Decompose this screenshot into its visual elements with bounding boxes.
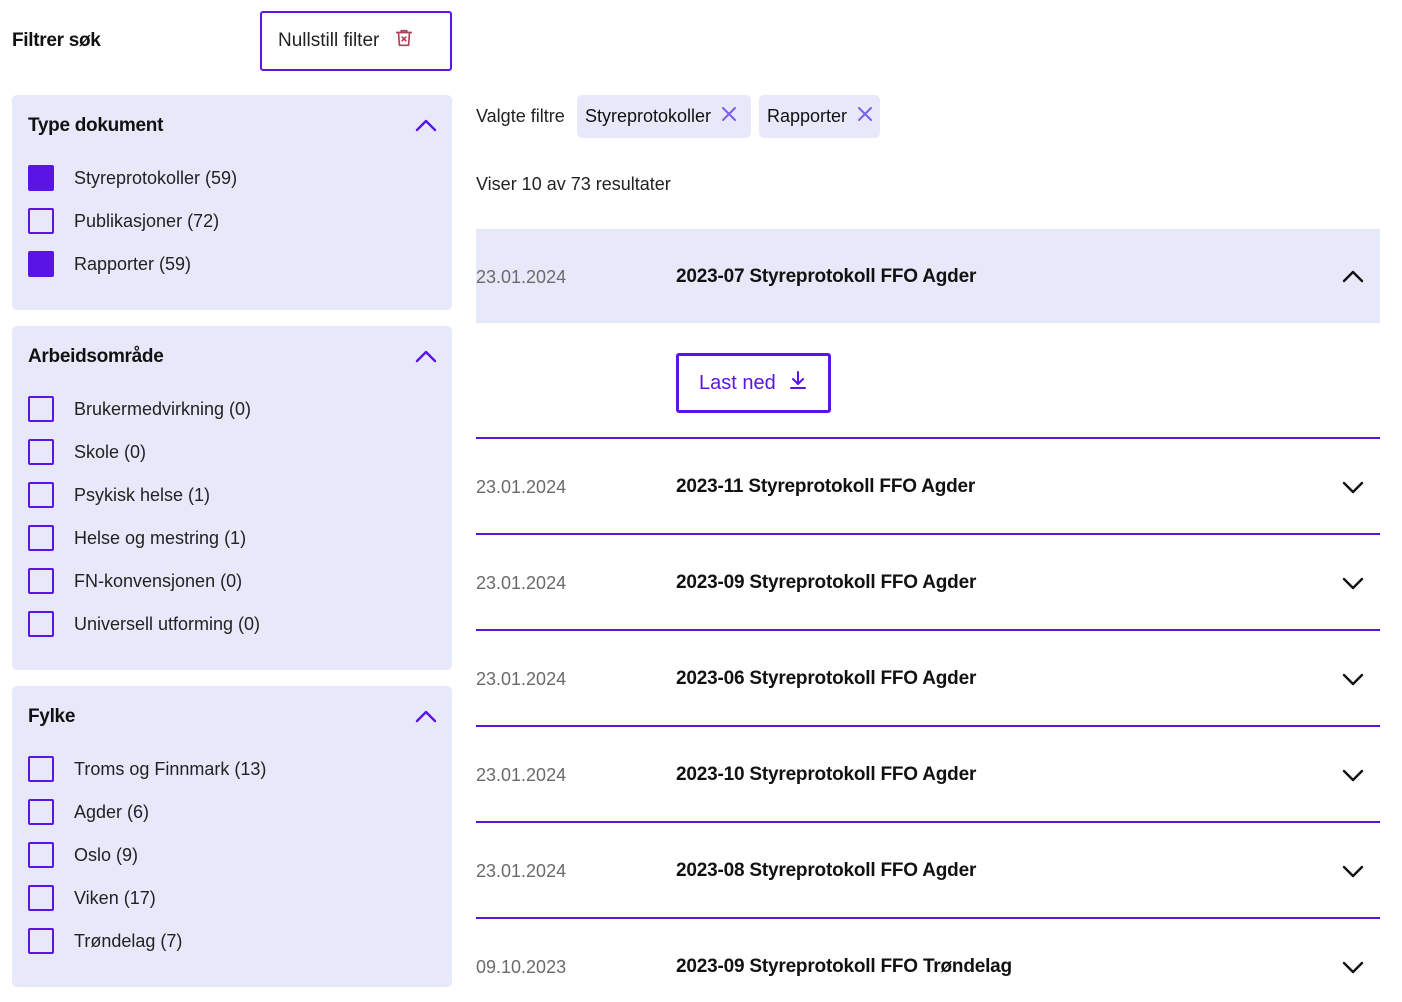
checkbox-label: Skole (0) xyxy=(74,441,147,462)
checkbox-row[interactable]: Troms og Finnmark (13) xyxy=(28,755,266,783)
trash-icon xyxy=(393,27,415,55)
result-title: 2023-10 Styreprotokoll FFO Agder xyxy=(676,764,977,785)
checkbox[interactable] xyxy=(28,928,54,954)
checkbox-row[interactable]: Trøndelag (7) xyxy=(28,927,182,955)
checkbox-label: Rapporter (59) xyxy=(74,253,192,274)
chip-label: Rapporter xyxy=(767,106,848,126)
checkbox[interactable] xyxy=(28,165,54,191)
checkbox[interactable] xyxy=(28,208,54,234)
result-title: 2023-07 Styreprotokoll FFO Agder xyxy=(676,266,977,287)
checkbox[interactable] xyxy=(28,482,54,508)
chevron-down-icon[interactable] xyxy=(1340,666,1366,692)
chevron-up-icon[interactable] xyxy=(414,705,438,729)
checkbox-row[interactable]: FN-konvensjonen (0) xyxy=(28,567,242,595)
result-date: 23.01.2024 xyxy=(476,477,567,497)
result-title: 2023-11 Styreprotokoll FFO Agder xyxy=(676,476,976,497)
checkbox-row[interactable]: Skole (0) xyxy=(28,438,146,466)
result-item-header[interactable]: 23.01.2024 2023-11 Styreprotokoll FFO Ag… xyxy=(476,439,1380,534)
result-title: 2023-08 Styreprotokoll FFO Agder xyxy=(676,860,977,881)
checkbox-label: Viken (17) xyxy=(74,887,156,908)
checkbox-label: Psykisk helse (1) xyxy=(74,484,211,505)
filter-panel-county: Fylke Troms og Finnmark (13) Agder (6) O… xyxy=(12,686,452,987)
result-date: 23.01.2024 xyxy=(476,861,567,881)
selected-filters-label: Valgte filtre xyxy=(476,106,565,126)
checkbox-label: Trøndelag (7) xyxy=(74,930,183,951)
result-item-header[interactable]: 23.01.2024 2023-07 Styreprotokoll FFO Ag… xyxy=(476,229,1380,323)
chevron-down-icon[interactable] xyxy=(1340,954,1366,980)
panel-title: Type dokument xyxy=(28,115,164,136)
checkbox[interactable] xyxy=(28,885,54,911)
checkbox-label: Helse og mestring (1) xyxy=(74,527,247,548)
checkbox-row[interactable]: Psykisk helse (1) xyxy=(28,481,210,509)
checkbox[interactable] xyxy=(28,568,54,594)
result-date: 23.01.2024 xyxy=(476,669,567,689)
result-date: 23.01.2024 xyxy=(476,573,567,593)
checkbox-label: Troms og Finnmark (13) xyxy=(74,758,267,779)
checkbox-row[interactable]: Agder (6) xyxy=(28,798,149,826)
panel-title: Arbeidsområde xyxy=(28,346,164,367)
result-item-header[interactable]: 23.01.2024 2023-09 Styreprotokoll FFO Ag… xyxy=(476,535,1380,630)
reset-filter-label: Nullstill filter xyxy=(278,30,380,51)
chevron-up-icon[interactable] xyxy=(1340,263,1366,289)
result-item-header[interactable]: 23.01.2024 2023-10 Styreprotokoll FFO Ag… xyxy=(476,727,1380,822)
filter-heading: Filtrer søk xyxy=(12,30,101,51)
filter-panel-work-area: Arbeidsområde Brukermedvirkning (0) Skol… xyxy=(12,326,452,670)
checkbox-row[interactable]: Oslo (9) xyxy=(28,841,138,869)
results-count: Viser 10 av 73 resultater xyxy=(476,174,671,194)
download-icon xyxy=(788,370,808,396)
chevron-down-icon[interactable] xyxy=(1340,474,1366,500)
checkbox-label: Oslo (9) xyxy=(74,844,139,865)
result-item-header[interactable]: 23.01.2024 2023-08 Styreprotokoll FFO Ag… xyxy=(476,823,1380,918)
chevron-down-icon[interactable] xyxy=(1340,762,1366,788)
checkbox[interactable] xyxy=(28,756,54,782)
reset-filter-button[interactable]: Nullstill filter xyxy=(260,11,452,71)
checkbox-label: Universell utforming (0) xyxy=(74,613,261,634)
result-item-header[interactable]: 23.01.2024 2023-06 Styreprotokoll FFO Ag… xyxy=(476,631,1380,726)
checkbox-label: Publikasjoner (72) xyxy=(74,210,220,231)
chevron-up-icon[interactable] xyxy=(414,345,438,369)
result-title: 2023-09 Styreprotokoll FFO Agder xyxy=(676,572,977,593)
checkbox-label: Styreprotokoller (59) xyxy=(74,167,238,188)
download-button[interactable]: Last ned xyxy=(676,353,831,413)
chevron-down-icon[interactable] xyxy=(1340,858,1366,884)
checkbox[interactable] xyxy=(28,396,54,422)
result-title: 2023-09 Styreprotokoll FFO Trøndelag xyxy=(676,956,1012,977)
chip-label: Styreprotokoller xyxy=(585,106,712,126)
checkbox[interactable] xyxy=(28,251,54,277)
result-title: 2023-06 Styreprotokoll FFO Agder xyxy=(676,668,977,689)
checkbox-row[interactable]: Viken (17) xyxy=(28,884,156,912)
checkbox-row[interactable]: Brukermedvirkning (0) xyxy=(28,395,251,423)
result-date: 09.10.2023 xyxy=(476,957,567,977)
checkbox[interactable] xyxy=(28,525,54,551)
checkbox[interactable] xyxy=(28,611,54,637)
checkbox-row[interactable]: Universell utforming (0) xyxy=(28,610,260,638)
checkbox-label: Agder (6) xyxy=(74,801,150,822)
checkbox-label: Brukermedvirkning (0) xyxy=(74,398,252,419)
filter-chip[interactable]: Rapporter xyxy=(759,95,880,138)
close-icon[interactable] xyxy=(711,106,737,127)
result-item-header[interactable]: 09.10.2023 2023-09 Styreprotokoll FFO Tr… xyxy=(476,919,1380,1002)
close-icon[interactable] xyxy=(847,106,873,127)
panel-title: Fylke xyxy=(28,706,76,727)
checkbox-row[interactable]: Styreprotokoller (59) xyxy=(28,164,237,192)
checkbox[interactable] xyxy=(28,439,54,465)
checkbox-row[interactable]: Rapporter (59) xyxy=(28,250,191,278)
checkbox[interactable] xyxy=(28,799,54,825)
filter-panel-document-type: Type dokument Styreprotokoller (59) Publ… xyxy=(12,95,452,310)
checkbox[interactable] xyxy=(28,842,54,868)
filter-chip[interactable]: Styreprotokoller xyxy=(577,95,751,138)
chevron-up-icon[interactable] xyxy=(414,114,438,138)
checkbox-row[interactable]: Helse og mestring (1) xyxy=(28,524,246,552)
download-label: Last ned xyxy=(699,371,776,394)
checkbox-row[interactable]: Publikasjoner (72) xyxy=(28,207,219,235)
chevron-down-icon[interactable] xyxy=(1340,570,1366,596)
checkbox-label: FN-konvensjonen (0) xyxy=(74,570,243,591)
result-date: 23.01.2024 xyxy=(476,765,567,785)
result-date: 23.01.2024 xyxy=(476,267,567,287)
